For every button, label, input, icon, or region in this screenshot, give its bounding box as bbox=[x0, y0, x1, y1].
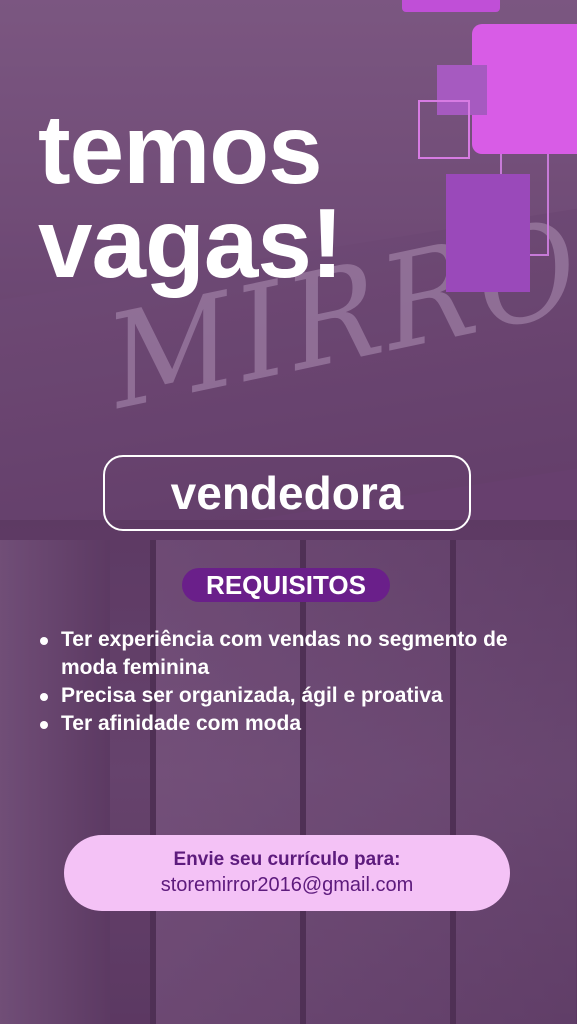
requirement-item: Precisa ser organizada, ágil e proativa bbox=[40, 682, 560, 710]
requirements-title: REQUISITOS bbox=[182, 568, 390, 602]
headline: temos vagas! bbox=[38, 94, 344, 298]
bullet-icon bbox=[40, 693, 48, 701]
decorative-square bbox=[472, 24, 577, 154]
requirement-text: Precisa ser organizada, ágil e proativa bbox=[61, 684, 443, 707]
requirement-item: Ter experiência com vendas no segmento d… bbox=[40, 626, 560, 682]
decorative-square bbox=[446, 174, 530, 292]
requirements-list: Ter experiência com vendas no segmento d… bbox=[40, 626, 560, 738]
cta-title: Envie seu currículo para: bbox=[173, 849, 401, 870]
contact-cta: Envie seu currículo para: storemirror201… bbox=[64, 835, 510, 911]
email-link[interactable]: storemirror2016@gmail.com bbox=[161, 872, 414, 898]
decorative-square bbox=[402, 0, 500, 12]
requirement-text: Ter experiência com vendas no segmento d… bbox=[61, 628, 508, 679]
bullet-icon bbox=[40, 721, 48, 729]
decorative-outline bbox=[418, 100, 470, 159]
requirement-item: Ter afinidade com moda bbox=[40, 710, 560, 738]
headline-line-2: vagas! bbox=[38, 188, 344, 298]
bullet-icon bbox=[40, 637, 48, 645]
headline-line-1: temos bbox=[38, 94, 323, 204]
job-role-badge: vendedora bbox=[103, 455, 471, 531]
requirement-text: Ter afinidade com moda bbox=[61, 712, 301, 735]
